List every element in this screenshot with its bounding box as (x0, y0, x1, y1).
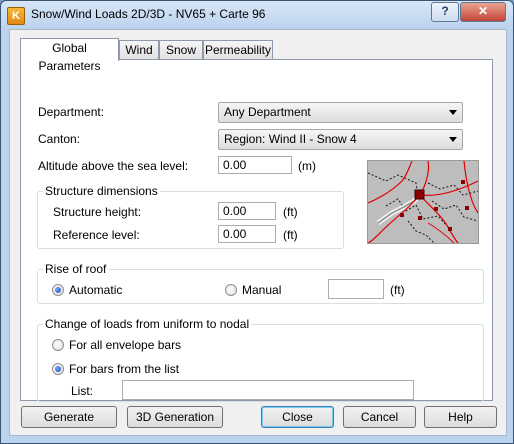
app-icon: K (7, 7, 25, 25)
bars-from-list-label: For bars from the list (69, 362, 180, 376)
title-bar[interactable]: K Snow/Wind Loads 2D/3D - NV65 + Carte 9… (1, 1, 513, 29)
rise-of-roof-title: Rise of roof (43, 262, 109, 276)
reference-level-input[interactable] (218, 225, 276, 243)
load-change-group: Change of loads from uniform to nodal Fo… (37, 317, 484, 402)
rise-of-roof-group: Rise of roof Automatic Manual (ft) (37, 262, 484, 304)
tab-wind[interactable]: Wind (119, 40, 159, 59)
tab-global-parameters[interactable]: Global Parameters (20, 38, 119, 73)
window-title: Snow/Wind Loads 2D/3D - NV65 + Carte 96 (31, 7, 266, 21)
reference-level-label: Reference level: (53, 228, 140, 242)
3d-generation-button[interactable]: 3D Generation (127, 406, 223, 428)
automatic-radio[interactable] (52, 284, 64, 296)
department-select[interactable]: Any Department (218, 102, 463, 123)
load-change-title: Change of loads from uniform to nodal (43, 317, 252, 331)
reference-level-unit: (ft) (283, 228, 298, 242)
bars-from-list-radio[interactable] (52, 363, 64, 375)
generate-button[interactable]: Generate (21, 406, 117, 428)
close-button[interactable]: Close (261, 406, 334, 428)
title-help-button[interactable]: ? (431, 2, 459, 22)
structure-height-label: Structure height: (53, 205, 142, 219)
structure-dimensions-group: Structure dimensions Structure height: (… (37, 184, 344, 249)
tab-snow[interactable]: Snow (159, 40, 203, 59)
canton-value: Region: Wind II - Snow 4 (224, 132, 357, 146)
altitude-input[interactable] (218, 156, 292, 174)
list-label: List: (71, 384, 94, 398)
chevron-down-icon (449, 110, 457, 115)
automatic-label: Automatic (69, 283, 123, 297)
canton-label: Canton: (38, 132, 81, 146)
dialog-client-area: Global Parameters Wind Snow Permeability… (9, 29, 507, 436)
structure-height-unit: (ft) (283, 205, 298, 219)
altitude-unit: (m) (298, 159, 316, 173)
close-icon: ✕ (477, 4, 489, 18)
manual-rise-input[interactable] (328, 279, 384, 299)
manual-label: Manual (242, 283, 282, 297)
altitude-label: Altitude above the sea level: (38, 159, 189, 173)
cancel-button[interactable]: Cancel (343, 406, 416, 428)
region-map-image (367, 160, 479, 244)
help-button[interactable]: Help (424, 406, 497, 428)
manual-rise-unit: (ft) (390, 283, 405, 297)
department-value: Any Department (224, 105, 311, 119)
bar-list-input[interactable] (122, 380, 414, 400)
structure-dimensions-title: Structure dimensions (43, 184, 160, 198)
canton-select[interactable]: Region: Wind II - Snow 4 (218, 129, 463, 150)
global-parameters-panel: Department: Any Department Canton: Regio… (20, 59, 493, 402)
chevron-down-icon (449, 137, 457, 142)
dialog-window: K Snow/Wind Loads 2D/3D - NV65 + Carte 9… (0, 0, 514, 444)
all-envelope-bars-label: For all envelope bars (69, 338, 182, 352)
tab-permeability[interactable]: Permeability (203, 40, 273, 59)
department-label: Department: (38, 105, 105, 119)
structure-height-input[interactable] (218, 202, 276, 220)
title-close-button[interactable]: ✕ (460, 2, 506, 22)
region-map-drawing (368, 161, 478, 243)
all-envelope-bars-radio[interactable] (52, 339, 64, 351)
manual-radio[interactable] (225, 284, 237, 296)
